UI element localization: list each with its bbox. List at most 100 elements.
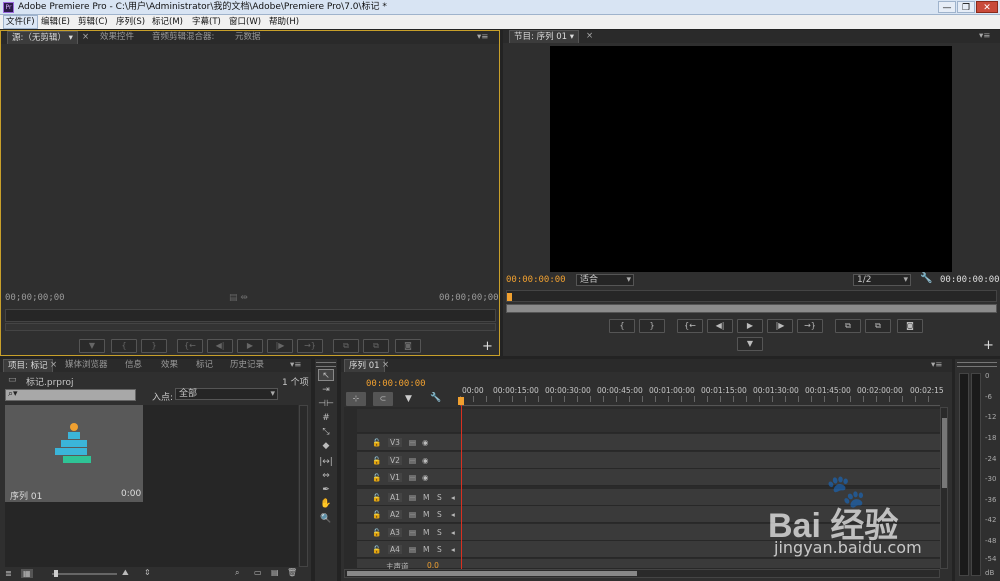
lock-icon[interactable]: 🔓: [372, 510, 381, 519]
wrench-icon[interactable]: 🔧: [430, 393, 441, 403]
track-row[interactable]: [357, 434, 940, 451]
linked-selection-button[interactable]: ⊂: [373, 392, 393, 406]
lift-button[interactable]: ⧉: [835, 319, 861, 333]
solo-icon[interactable]: S: [437, 510, 442, 519]
playhead-icon[interactable]: [458, 397, 464, 405]
tab-audio-clip-mixer[interactable]: 音频剪辑混合器:: [148, 31, 218, 44]
solo-icon[interactable]: S: [437, 493, 442, 502]
fit-dropdown[interactable]: 适合 ▾: [576, 274, 634, 286]
add-marker-icon[interactable]: ▼: [405, 394, 412, 404]
export-frame-button[interactable]: ◙: [897, 319, 923, 333]
tab-project[interactable]: 项目: 标记: [3, 359, 53, 372]
tab-media-browser[interactable]: 媒体浏览器: [61, 359, 112, 372]
menu-marker[interactable]: 标记(M): [152, 15, 183, 29]
program-scroll-bar[interactable]: [506, 304, 997, 313]
search-input[interactable]: ⌕▾: [5, 389, 136, 401]
tab-history[interactable]: 历史记录: [226, 359, 268, 372]
play-button[interactable]: ▶: [237, 339, 263, 353]
add-marker-button[interactable]: ▼: [79, 339, 105, 353]
menu-edit[interactable]: 编辑(E): [41, 15, 70, 29]
zoom-slider-handle[interactable]: [54, 570, 58, 577]
resolution-dropdown[interactable]: 1/2 ▾: [853, 274, 911, 286]
overwrite-button[interactable]: ⧉: [363, 339, 389, 353]
rate-stretch-tool-icon[interactable]: ⤡: [318, 426, 334, 438]
source-time-ruler[interactable]: [5, 309, 496, 322]
sync-lock-icon[interactable]: ▤: [409, 545, 416, 554]
close-tab-icon[interactable]: ×: [586, 30, 593, 43]
track-label[interactable]: V3: [388, 438, 402, 447]
track-row[interactable]: [357, 409, 940, 433]
track-select-tool-icon[interactable]: ⇥: [318, 384, 334, 396]
voiceover-icon[interactable]: ◂: [451, 510, 455, 519]
program-timecode-current[interactable]: 00:00:00:00: [506, 275, 566, 285]
lock-icon[interactable]: 🔓: [372, 528, 381, 537]
track-row[interactable]: [357, 452, 940, 469]
inpoint-dropdown[interactable]: 全部 ▾: [175, 388, 278, 400]
tab-sequence[interactable]: 序列 01: [344, 359, 385, 372]
rolling-edit-tool-icon[interactable]: #: [318, 412, 334, 424]
add-button-icon[interactable]: +: [983, 338, 994, 353]
source-timecode-left[interactable]: 00;00;00;00: [5, 293, 65, 303]
wrench-icon[interactable]: 🔧: [920, 273, 932, 284]
go-to-out-button[interactable]: →}: [297, 339, 323, 353]
maximize-button[interactable]: ❐: [957, 1, 975, 13]
source-settings-icon[interactable]: ▤ ⇹: [229, 293, 248, 303]
extract-button[interactable]: ⧉: [865, 319, 891, 333]
sequence-thumbnail[interactable]: 序列 01 0:00: [5, 405, 143, 502]
delete-icon[interactable]: 🗑: [287, 568, 297, 577]
playhead-icon[interactable]: [507, 293, 512, 301]
track-label[interactable]: A4: [388, 545, 402, 554]
mark-in-button[interactable]: {: [609, 319, 635, 333]
slide-tool-icon[interactable]: ⇔: [318, 470, 334, 482]
tab-effects[interactable]: 效果: [157, 359, 182, 372]
sync-lock-icon[interactable]: ▤: [409, 438, 416, 447]
zoom-slider[interactable]: [52, 573, 117, 575]
add-marker-button[interactable]: ▼: [737, 337, 763, 351]
timeline-timecode[interactable]: 00:00:00:00: [366, 379, 426, 389]
eye-icon[interactable]: ◉: [422, 456, 429, 465]
pen-tool-icon[interactable]: ✒: [318, 484, 334, 496]
track-label[interactable]: A3: [388, 528, 402, 537]
tab-info[interactable]: 信息: [121, 359, 146, 372]
panel-menu-icon[interactable]: ▾≡: [979, 30, 990, 43]
track-label[interactable]: V1: [388, 473, 402, 482]
source-scroll-bar[interactable]: [5, 323, 496, 331]
tools-handle[interactable]: [316, 362, 336, 367]
lock-icon[interactable]: 🔓: [372, 545, 381, 554]
play-button[interactable]: ▶: [737, 319, 763, 333]
hand-tool-icon[interactable]: ✋: [318, 498, 334, 510]
step-forward-button[interactable]: |▶: [767, 319, 793, 333]
close-tab-icon[interactable]: ×: [82, 31, 89, 44]
find-icon[interactable]: ⌕: [235, 568, 239, 578]
track-label[interactable]: V2: [388, 456, 402, 465]
mute-icon[interactable]: M: [423, 545, 429, 554]
lock-icon[interactable]: 🔓: [372, 456, 381, 465]
menu-window[interactable]: 窗口(W): [229, 15, 261, 29]
minimize-button[interactable]: —: [938, 1, 956, 13]
panel-menu-icon[interactable]: ▾≡: [290, 359, 301, 372]
tab-markers[interactable]: 标记: [192, 359, 217, 372]
go-to-out-button[interactable]: →}: [797, 319, 823, 333]
voiceover-icon[interactable]: ◂: [451, 545, 455, 554]
panel-menu-icon[interactable]: ▾≡: [477, 31, 488, 44]
tab-source[interactable]: 源:（无剪辑） ▾: [7, 31, 78, 44]
track-label[interactable]: A1: [388, 493, 402, 502]
tab-effect-controls[interactable]: 效果控件: [96, 31, 138, 44]
mute-icon[interactable]: M: [423, 493, 429, 502]
voiceover-icon[interactable]: ◂: [451, 493, 455, 502]
menu-file[interactable]: 文件(F): [3, 15, 38, 29]
mute-icon[interactable]: M: [423, 528, 429, 537]
new-bin-icon[interactable]: ▭: [254, 568, 262, 577]
sync-lock-icon[interactable]: ▤: [409, 510, 416, 519]
tab-metadata[interactable]: 元数据: [231, 31, 265, 44]
eye-icon[interactable]: ◉: [422, 473, 429, 482]
solo-icon[interactable]: S: [437, 545, 442, 554]
timeline-horizontal-scrollbar[interactable]: [344, 569, 940, 578]
zoom-tool-icon[interactable]: 🔍: [318, 513, 334, 525]
add-button-icon[interactable]: +: [482, 339, 493, 354]
go-to-in-button[interactable]: {←: [677, 319, 703, 333]
sync-lock-icon[interactable]: ▤: [409, 456, 416, 465]
step-back-button[interactable]: ◀|: [707, 319, 733, 333]
insert-button[interactable]: ⧉: [333, 339, 359, 353]
lock-icon[interactable]: 🔓: [372, 438, 381, 447]
